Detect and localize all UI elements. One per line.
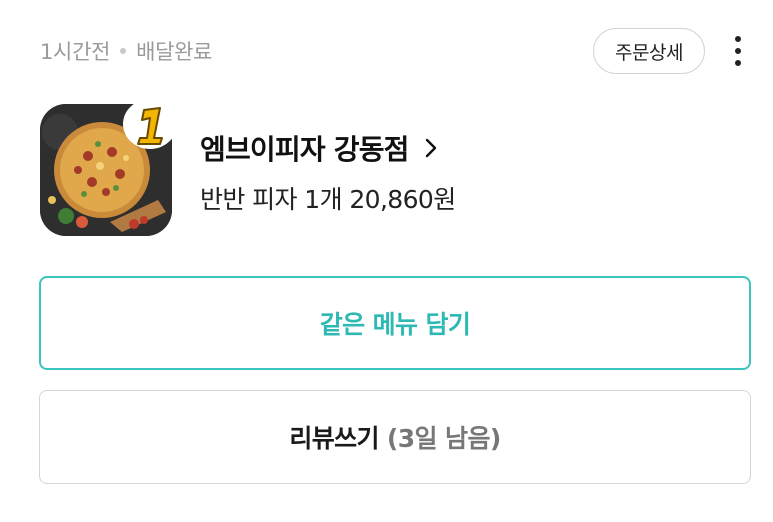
reorder-label: 같은 메뉴 담기 — [319, 310, 471, 339]
more-vertical-icon[interactable] — [723, 32, 753, 70]
order-status: 배달완료 — [136, 40, 213, 64]
store-name: 엠브이피자 강동점 — [200, 133, 409, 166]
order-header: 1시간전 배달완료 주문상세 — [40, 28, 751, 74]
order-time: 1시간전 — [40, 40, 111, 64]
order-meta: 1시간전 배달완료 — [40, 36, 213, 66]
order-detail-button[interactable]: 주문상세 — [593, 28, 705, 74]
order-summary: 반반 피자 1개 20,860원 — [200, 185, 456, 214]
separator-dot — [120, 48, 127, 54]
rank-badge-icon — [123, 99, 177, 149]
review-label: 리뷰쓰기 — [289, 424, 379, 453]
review-remaining: (3일 남음) — [386, 424, 501, 453]
reorder-button[interactable]: 같은 메뉴 담기 — [39, 276, 751, 370]
store-link[interactable]: 엠브이피자 강동점 — [200, 128, 439, 168]
write-review-button[interactable]: 리뷰쓰기 (3일 남음) — [39, 390, 751, 484]
chevron-right-icon — [425, 138, 436, 158]
